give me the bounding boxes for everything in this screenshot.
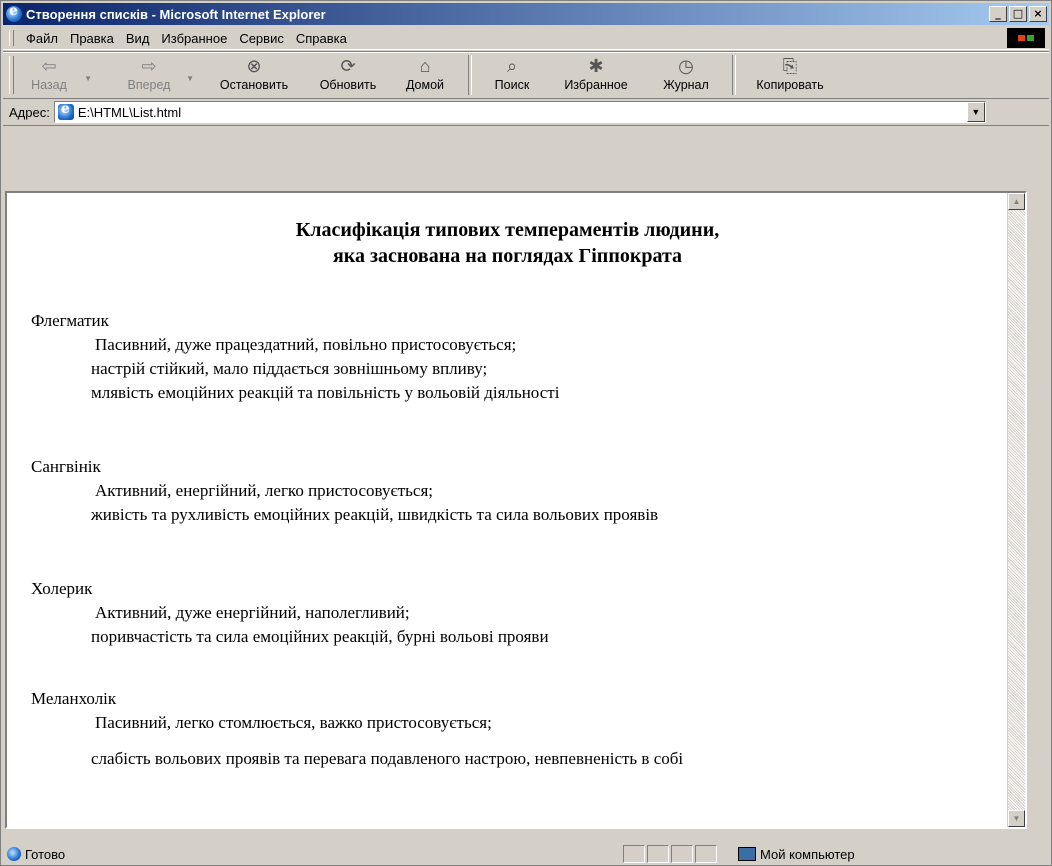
definition-line: Пасивний, легко стомлюється, важко прист… [95,713,492,732]
stop-label: Остановить [219,78,289,92]
menu-tools[interactable]: Сервис [233,31,290,46]
document-title: Класифікація типових темпераментів людин… [7,217,1008,269]
page-viewport[interactable]: Класифікація типових темпераментів людин… [5,191,1027,829]
window-title: Створення списків - Microsoft Internet E… [26,6,326,22]
definition-line: настрій стійкий, мало піддається зовнішн… [91,359,488,378]
definition-line: поривчастість та сила емоційних реакцій,… [91,627,549,646]
status-page-icon [7,847,21,861]
toolbar-separator-2 [732,55,736,95]
back-button[interactable]: ⇦ Назад ▼ [20,52,92,98]
back-dropdown-icon[interactable]: ▼ [84,74,92,83]
back-label: Назад [31,78,67,92]
definition-line: Активний, дуже енергійний, наполегливий; [95,603,410,622]
search-icon: ⌕ [506,56,518,76]
standard-toolbar: ⇦ Назад ▼ ⇨ Вперед ▼ ⊗ Остановить ⟳ Обно… [3,51,1049,99]
home-button[interactable]: ⌂ Домой [390,52,460,98]
maximize-button[interactable]: □ [1009,6,1027,22]
windows-logo-icon [1007,28,1045,48]
address-label: Адрес: [9,104,50,120]
back-arrow-icon: ⇦ [41,56,57,76]
window-controls: _ □ × [987,6,1047,22]
term-phlegmatic: Флегматик [31,311,109,330]
close-button[interactable]: × [1029,6,1047,22]
browser-window: Створення списків - Microsoft Internet E… [0,0,1052,866]
address-bar: Адрес: E:\HTML\List.html ▼ [3,99,1049,126]
menu-edit[interactable]: Правка [64,31,120,46]
menu-file[interactable]: Файл [20,31,64,46]
definition-line: Пасивний, дуже працездатний, повільно пр… [95,335,517,354]
stop-button[interactable]: ⊗ Остановить [202,52,306,98]
copy-label: Копировать [756,78,824,92]
stop-icon: ⊗ [246,56,262,76]
title-line-2: яка заснована на поглядах Гіппократа [332,245,683,267]
term-choleric: Холерик [31,579,93,598]
search-button[interactable]: ⌕ Поиск [480,52,544,98]
status-panel [623,845,645,863]
definition-line: слабість вольових проявів та перевага по… [91,749,684,768]
favorites-icon: ✱ [588,56,604,76]
ie-icon [6,3,22,22]
copy-icon: ⎘ [782,56,798,76]
term-melancholic: Меланхолік [31,689,117,708]
definition-line: млявість емоційних реакцій та повільніст… [91,383,560,402]
address-input[interactable]: E:\HTML\List.html ▼ [53,101,986,123]
scroll-down-button[interactable]: ▼ [1008,810,1025,827]
search-label: Поиск [494,78,530,92]
refresh-label: Обновить [319,78,377,92]
history-icon: ◷ [678,56,694,76]
menu-bar: Файл Правка Вид Избранное Сервис Справка [3,27,1049,50]
copy-button[interactable]: ⎘ Копировать [744,52,836,98]
forward-dropdown-icon[interactable]: ▼ [186,74,194,83]
definition-line: живість та рухливість емоційних реакцій,… [91,505,659,524]
toolbar-separator [468,55,472,95]
refresh-button[interactable]: ⟳ Обновить [306,52,390,98]
term-sanguine: Сангвінік [31,457,101,476]
forward-arrow-icon: ⇨ [141,56,157,76]
home-icon: ⌂ [419,56,431,76]
scroll-up-button[interactable]: ▲ [1008,193,1025,210]
refresh-icon: ⟳ [340,56,356,76]
title-line-1: Класифікація типових темпераментів людин… [295,219,720,241]
menu-view[interactable]: Вид [120,31,156,46]
forward-label: Вперед [127,78,171,92]
menu-help[interactable]: Справка [290,31,353,46]
security-zone: Мой компьютер [738,845,978,863]
home-label: Домой [405,78,445,92]
vertical-scrollbar[interactable]: ▲ ▼ [1007,193,1025,827]
status-panel [647,845,669,863]
favorites-button[interactable]: ✱ Избранное [544,52,648,98]
menu-favorites[interactable]: Избранное [155,31,233,46]
address-dropdown-button[interactable]: ▼ [966,102,985,122]
address-value: E:\HTML\List.html [77,104,182,120]
status-panel [695,845,717,863]
favorites-label: Избранное [564,78,628,92]
title-bar[interactable]: Створення списків - Microsoft Internet E… [3,3,1049,25]
computer-icon [738,847,756,861]
page-icon [57,101,74,120]
zone-text: Мой компьютер [760,846,855,862]
status-text: Готово [25,846,66,862]
status-bar: Готово Мой компьютер [3,843,1049,865]
history-button[interactable]: ◷ Журнал [648,52,724,98]
menu-grip[interactable] [9,30,14,46]
status-panel [671,845,693,863]
toolbar-grip[interactable] [9,56,14,94]
definition-line: Активний, енергійний, легко пристосовуєт… [95,481,434,500]
history-label: Журнал [663,78,709,92]
minimize-button[interactable]: _ [989,6,1007,22]
forward-button[interactable]: ⇨ Вперед ▼ [118,52,195,98]
